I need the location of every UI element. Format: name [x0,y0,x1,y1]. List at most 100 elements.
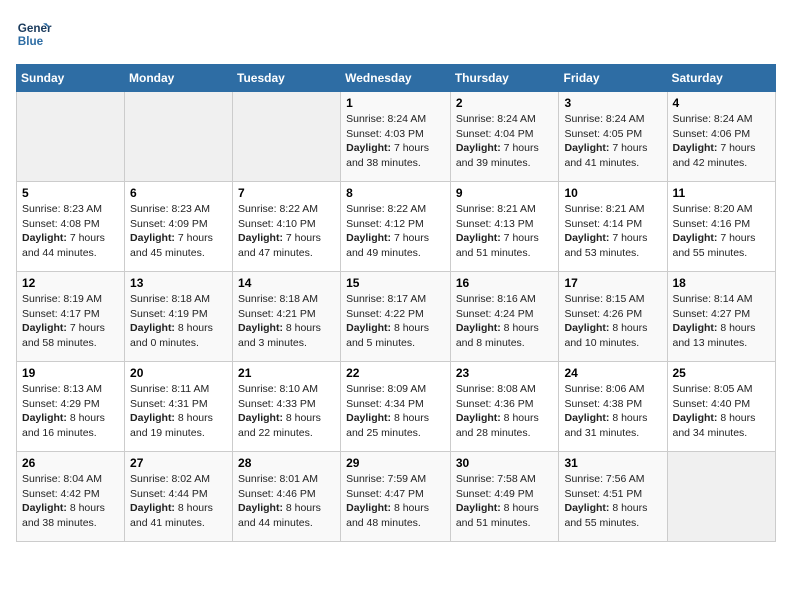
calendar-cell: 4 Sunrise: 8:24 AMSunset: 4:06 PMDaylight… [667,92,776,182]
day-number: 7 [238,186,335,200]
weekday-header-friday: Friday [559,65,667,92]
day-number: 30 [456,456,554,470]
day-info: Sunrise: 8:04 AMSunset: 4:42 PMDaylight:… [22,472,119,531]
day-info: Sunrise: 8:19 AMSunset: 4:17 PMDaylight:… [22,292,119,351]
day-info: Sunrise: 8:22 AMSunset: 4:10 PMDaylight:… [238,202,335,261]
day-info: Sunrise: 8:23 AMSunset: 4:09 PMDaylight:… [130,202,227,261]
day-info: Sunrise: 8:13 AMSunset: 4:29 PMDaylight:… [22,382,119,441]
day-number: 3 [564,96,661,110]
day-info: Sunrise: 8:11 AMSunset: 4:31 PMDaylight:… [130,382,227,441]
calendar-cell [667,452,776,542]
calendar-cell: 14 Sunrise: 8:18 AMSunset: 4:21 PMDayligh… [233,272,341,362]
day-number: 15 [346,276,445,290]
weekday-header-saturday: Saturday [667,65,776,92]
day-info: Sunrise: 8:24 AMSunset: 4:03 PMDaylight:… [346,112,445,171]
weekday-header-sunday: Sunday [17,65,125,92]
day-info: Sunrise: 7:56 AMSunset: 4:51 PMDaylight:… [564,472,661,531]
day-info: Sunrise: 8:08 AMSunset: 4:36 PMDaylight:… [456,382,554,441]
day-info: Sunrise: 7:58 AMSunset: 4:49 PMDaylight:… [456,472,554,531]
calendar-cell: 20 Sunrise: 8:11 AMSunset: 4:31 PMDayligh… [125,362,233,452]
calendar-cell: 29 Sunrise: 7:59 AMSunset: 4:47 PMDayligh… [341,452,451,542]
day-number: 16 [456,276,554,290]
calendar-cell: 10Sunrise: 8:21 AMSunset: 4:14 PMDayligh… [559,182,667,272]
calendar-cell: 25 Sunrise: 8:05 AMSunset: 4:40 PMDayligh… [667,362,776,452]
day-number: 17 [564,276,661,290]
page-header: General Blue [16,16,776,52]
day-info: Sunrise: 7:59 AMSunset: 4:47 PMDaylight:… [346,472,445,531]
calendar-cell [17,92,125,182]
day-number: 13 [130,276,227,290]
calendar-cell: 23 Sunrise: 8:08 AMSunset: 4:36 PMDayligh… [450,362,559,452]
day-info: Sunrise: 8:05 AMSunset: 4:40 PMDaylight:… [673,382,771,441]
weekday-header-tuesday: Tuesday [233,65,341,92]
weekday-header-monday: Monday [125,65,233,92]
day-number: 6 [130,186,227,200]
day-number: 10 [564,186,661,200]
day-info: Sunrise: 8:15 AMSunset: 4:26 PMDaylight:… [564,292,661,351]
day-number: 28 [238,456,335,470]
day-number: 2 [456,96,554,110]
calendar-cell: 17 Sunrise: 8:15 AMSunset: 4:26 PMDayligh… [559,272,667,362]
calendar-week-row: 1 Sunrise: 8:24 AMSunset: 4:03 PMDaylight… [17,92,776,182]
day-number: 27 [130,456,227,470]
day-info: Sunrise: 8:22 AMSunset: 4:12 PMDaylight:… [346,202,445,261]
day-number: 18 [673,276,771,290]
day-info: Sunrise: 8:16 AMSunset: 4:24 PMDaylight:… [456,292,554,351]
day-info: Sunrise: 8:17 AMSunset: 4:22 PMDaylight:… [346,292,445,351]
calendar-week-row: 26Sunrise: 8:04 AMSunset: 4:42 PMDayligh… [17,452,776,542]
day-number: 4 [673,96,771,110]
calendar-cell: 11Sunrise: 8:20 AMSunset: 4:16 PMDayligh… [667,182,776,272]
logo: General Blue [16,16,56,52]
weekday-header-row: SundayMondayTuesdayWednesdayThursdayFrid… [17,65,776,92]
calendar-cell: 28 Sunrise: 8:01 AMSunset: 4:46 PMDayligh… [233,452,341,542]
calendar-table: SundayMondayTuesdayWednesdayThursdayFrid… [16,64,776,542]
day-info: Sunrise: 8:18 AMSunset: 4:21 PMDaylight:… [238,292,335,351]
calendar-cell: 24Sunrise: 8:06 AMSunset: 4:38 PMDayligh… [559,362,667,452]
day-info: Sunrise: 8:09 AMSunset: 4:34 PMDaylight:… [346,382,445,441]
day-info: Sunrise: 8:18 AMSunset: 4:19 PMDaylight:… [130,292,227,351]
day-number: 12 [22,276,119,290]
day-number: 14 [238,276,335,290]
day-info: Sunrise: 8:21 AMSunset: 4:13 PMDaylight:… [456,202,554,261]
calendar-cell: 15 Sunrise: 8:17 AMSunset: 4:22 PMDayligh… [341,272,451,362]
calendar-cell: 13 Sunrise: 8:18 AMSunset: 4:19 PMDayligh… [125,272,233,362]
calendar-cell: 16 Sunrise: 8:16 AMSunset: 4:24 PMDayligh… [450,272,559,362]
day-number: 31 [564,456,661,470]
day-number: 21 [238,366,335,380]
calendar-cell: 5 Sunrise: 8:23 AMSunset: 4:08 PMDaylight… [17,182,125,272]
calendar-cell: 3 Sunrise: 8:24 AMSunset: 4:05 PMDaylight… [559,92,667,182]
day-info: Sunrise: 8:01 AMSunset: 4:46 PMDaylight:… [238,472,335,531]
svg-text:Blue: Blue [18,35,44,48]
weekday-header-wednesday: Wednesday [341,65,451,92]
day-number: 29 [346,456,445,470]
calendar-week-row: 12 Sunrise: 8:19 AMSunset: 4:17 PMDayligh… [17,272,776,362]
calendar-cell: 31 Sunrise: 7:56 AMSunset: 4:51 PMDayligh… [559,452,667,542]
day-info: Sunrise: 8:10 AMSunset: 4:33 PMDaylight:… [238,382,335,441]
calendar-cell: 18Sunrise: 8:14 AMSunset: 4:27 PMDayligh… [667,272,776,362]
calendar-week-row: 5 Sunrise: 8:23 AMSunset: 4:08 PMDaylight… [17,182,776,272]
calendar-cell: 9 Sunrise: 8:21 AMSunset: 4:13 PMDaylight… [450,182,559,272]
day-info: Sunrise: 8:24 AMSunset: 4:06 PMDaylight:… [673,112,771,171]
day-number: 25 [673,366,771,380]
calendar-cell: 8 Sunrise: 8:22 AMSunset: 4:12 PMDaylight… [341,182,451,272]
logo-icon: General Blue [16,16,52,52]
calendar-cell: 12 Sunrise: 8:19 AMSunset: 4:17 PMDayligh… [17,272,125,362]
day-number: 8 [346,186,445,200]
calendar-cell: 22Sunrise: 8:09 AMSunset: 4:34 PMDayligh… [341,362,451,452]
day-number: 5 [22,186,119,200]
calendar-cell: 27Sunrise: 8:02 AMSunset: 4:44 PMDayligh… [125,452,233,542]
calendar-cell: 30 Sunrise: 7:58 AMSunset: 4:49 PMDayligh… [450,452,559,542]
calendar-week-row: 19 Sunrise: 8:13 AMSunset: 4:29 PMDayligh… [17,362,776,452]
day-number: 20 [130,366,227,380]
calendar-cell [125,92,233,182]
day-info: Sunrise: 8:24 AMSunset: 4:05 PMDaylight:… [564,112,661,171]
calendar-cell: 6 Sunrise: 8:23 AMSunset: 4:09 PMDaylight… [125,182,233,272]
day-info: Sunrise: 8:06 AMSunset: 4:38 PMDaylight:… [564,382,661,441]
day-info: Sunrise: 8:24 AMSunset: 4:04 PMDaylight:… [456,112,554,171]
day-number: 19 [22,366,119,380]
calendar-cell [233,92,341,182]
day-number: 23 [456,366,554,380]
day-number: 1 [346,96,445,110]
day-info: Sunrise: 8:23 AMSunset: 4:08 PMDaylight:… [22,202,119,261]
day-number: 9 [456,186,554,200]
